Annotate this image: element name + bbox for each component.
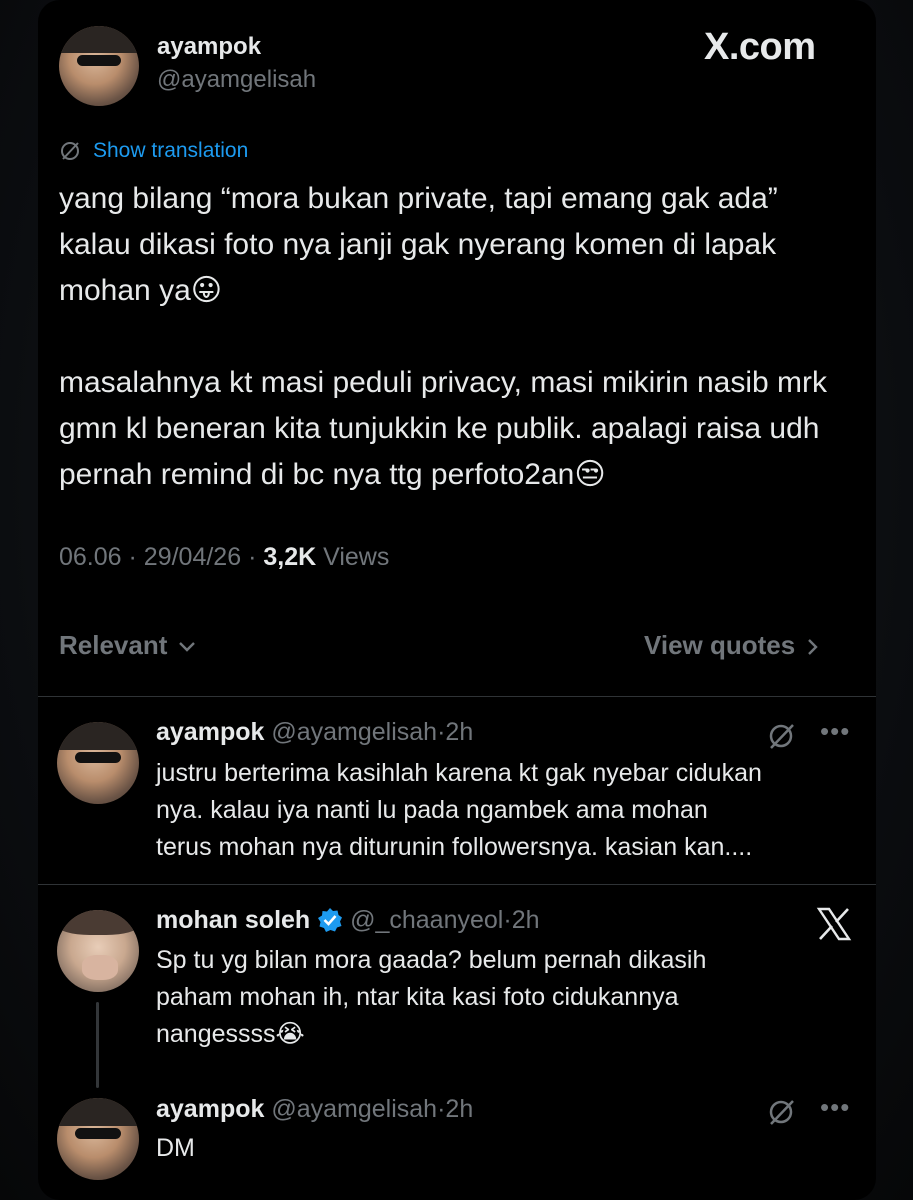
views-count: 3,2K [263,543,317,571]
reply-1-age[interactable]: 2h [445,718,473,746]
translate-icon [61,142,79,160]
reply-1-display-name[interactable]: ayampok [156,718,264,746]
divider [38,884,876,885]
views-label: Views [323,543,390,571]
more-options-icon[interactable]: ••• [820,1092,850,1123]
reply-3-handle[interactable]: @ayamgelisah [271,1095,437,1123]
show-translation-link[interactable]: Show translation [93,139,248,163]
reply-2-display-name[interactable]: mohan soleh [156,906,310,934]
reply-3-header: ayampok @ayamgelisah·2h [156,1095,473,1124]
verified-badge-icon [318,908,343,932]
chevron-down-icon [178,642,195,652]
reply-3-age[interactable]: 2h [445,1095,473,1123]
reply-1-handle[interactable]: @ayamgelisah [271,718,437,746]
author-avatar[interactable] [59,26,139,106]
post-text: yang bilang “mora bukan private, tapi em… [59,182,828,491]
post-date[interactable]: 29/04/26 [144,543,241,571]
post-meta: 06.06 · 29/04/26 · 3,2K Views [59,543,389,572]
meta-separator: · [248,543,257,571]
view-quotes-link[interactable]: View quotes [644,630,820,661]
sort-dropdown[interactable]: Relevant [59,630,197,661]
post-card: ayampok @ayamgelisah X.com Show translat… [38,0,876,1200]
reply-2-age[interactable]: 2h [512,906,540,934]
meta-separator: · [503,906,512,934]
reply-1-header: ayampok @ayamgelisah·2h [156,718,473,747]
reply-1-text: justru berterima kasihlah karena kt gak … [156,759,762,861]
x-logo-icon [816,907,852,941]
divider [38,696,876,697]
author-display-name[interactable]: ayampok [157,33,261,61]
reply-2-header: mohan soleh @_chaanyeol·2h [156,906,540,935]
reply-1-avatar[interactable] [57,722,139,804]
reply-3-text: DM [156,1134,195,1162]
chevron-right-icon [808,639,819,655]
meta-separator: · [128,543,137,571]
translate-icon[interactable] [766,721,796,751]
thread-line [96,1002,99,1088]
reply-3-avatar[interactable] [57,1098,139,1180]
more-options-icon[interactable]: ••• [820,716,850,747]
post-time[interactable]: 06.06 [59,543,122,571]
reply-3-display-name[interactable]: ayampok [156,1095,264,1123]
sort-label: Relevant [59,630,168,660]
reply-2-avatar[interactable] [57,910,139,992]
view-quotes-label: View quotes [644,630,796,660]
reply-2-handle[interactable]: @_chaanyeol [350,906,503,934]
reply-2-text: Sp tu yg bilan mora gaada? belum pernah … [156,946,707,1048]
translate-icon[interactable] [766,1097,796,1127]
x-com-watermark: X.com [704,26,816,68]
author-handle[interactable]: @ayamgelisah [157,66,316,94]
